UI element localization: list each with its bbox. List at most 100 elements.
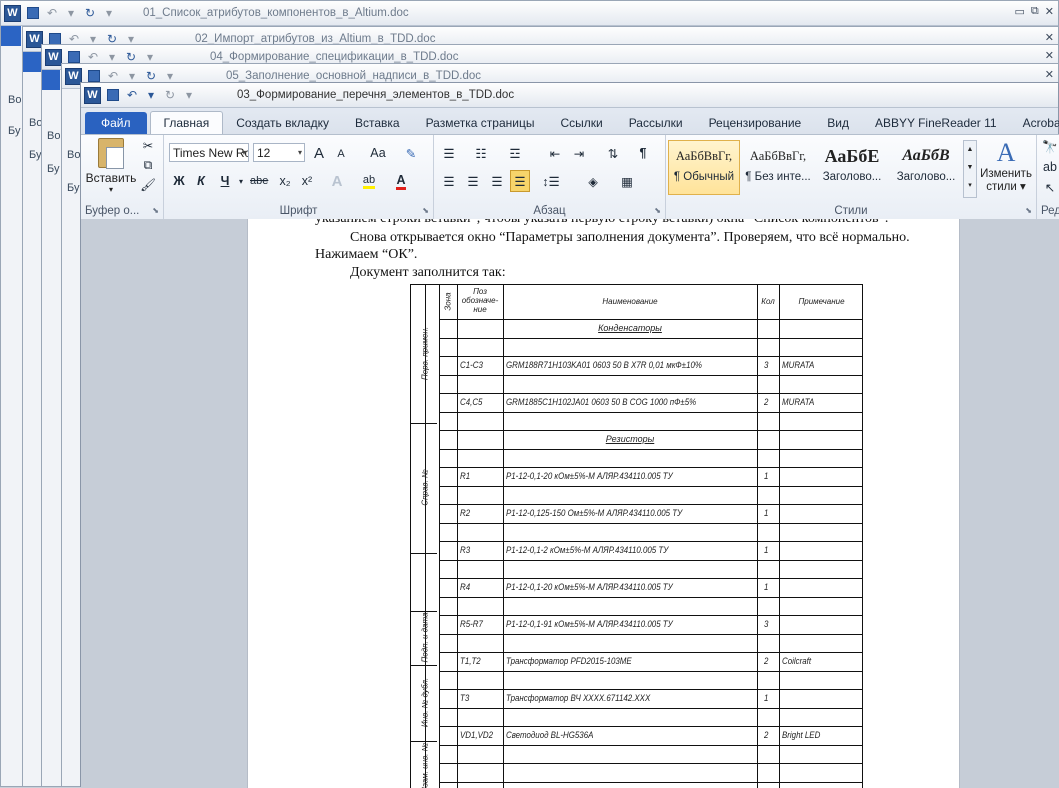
tab-references[interactable]: Ссылки [547,112,615,134]
styles-group: АаБбВвГг, ¶ Обычный АаБбВвГг, ¶ Без инте… [666,135,1037,219]
redo-icon[interactable]: ↻ [163,88,177,102]
font-name-combo[interactable]: Times New Rc▾ [169,143,249,162]
bold-button[interactable]: Ж [170,171,188,191]
font-color-icon[interactable]: A [392,171,410,191]
italic-button[interactable]: К [192,171,210,191]
file-tab-stub[interactable] [23,52,43,72]
align-left-icon[interactable]: ☰ [440,171,458,191]
chevron-down-icon[interactable]: ▾ [232,171,250,191]
cut-icon[interactable]: ✂ [139,135,157,155]
undo-icon[interactable]: ↶ [45,6,59,20]
row-name: Р1-12-0,1-20 кОм±5%-М АЛЯР.434110.005 ТУ [506,582,673,592]
close-icon[interactable]: ✕ [1045,5,1054,18]
redo-icon[interactable]: ↻ [83,6,97,20]
align-right-icon[interactable]: ☰ [488,171,506,191]
shading-icon[interactable]: ◈ [584,171,602,191]
tab-acrobat[interactable]: Acrobat [1010,112,1059,134]
superscript-button[interactable]: x² [298,171,316,191]
strikethrough-button[interactable]: abe [250,171,268,191]
replace-icon[interactable]: ab [1041,157,1059,177]
dialog-launcher-icon[interactable]: ⬊ [152,206,159,215]
style-heading-2[interactable]: АаБбВ Заголово... [890,140,962,195]
bullets-icon[interactable]: ☰ [440,143,458,163]
dialog-launcher-icon[interactable]: ⬊ [1025,206,1032,215]
tab-mailings[interactable]: Рассылки [616,112,696,134]
customize-toolbar-icon[interactable]: ▾ [143,50,157,64]
style-heading-1[interactable]: АаБбЕ Заголово... [816,140,888,195]
grow-font-icon[interactable]: A [310,143,328,163]
subscript-button[interactable]: x₂ [276,171,294,191]
shrink-font-icon[interactable]: A [332,144,350,164]
borders-icon[interactable]: ▦ [618,171,636,191]
customize-toolbar-icon[interactable]: ▾ [182,88,196,102]
undo-icon[interactable]: ↶ [86,50,100,64]
tab-insert[interactable]: Вставка [342,112,413,134]
row-name: Трансформатор PFD2015-103ME [506,656,632,666]
save-icon[interactable] [87,69,101,83]
close-icon[interactable]: ✕ [1045,31,1054,44]
numbering-icon[interactable]: ☷ [472,143,490,163]
text-effects-icon[interactable]: A [328,171,346,191]
redo-icon[interactable]: ↻ [124,50,138,64]
table-column-line [503,285,504,788]
copy-icon[interactable]: ⧉ [139,155,157,175]
font-group-label: Шрифт [164,205,433,217]
style-normal[interactable]: АаБбВвГг, ¶ Обычный [668,140,740,195]
decrease-indent-icon[interactable]: ⇤ [546,143,564,163]
select-icon[interactable]: ↖ [1041,177,1059,197]
scroll-down-icon[interactable]: ▼ [964,159,976,177]
file-tab-stub[interactable] [42,70,60,90]
tab-view[interactable]: Вид [814,112,862,134]
font-name-value: Times New Rc [173,146,249,160]
save-icon[interactable] [67,50,81,64]
sort-icon[interactable]: ⇅ [604,143,622,163]
customize-toolbar-icon[interactable]: ▾ [102,6,116,20]
restore-icon[interactable]: ⧉ [1031,5,1039,18]
close-icon[interactable]: ✕ [1045,68,1054,81]
show-marks-icon[interactable]: ¶ [634,143,652,163]
tab-abbyy[interactable]: ABBYY FineReader 11 [862,112,1010,134]
styles-scroll[interactable]: ▲ ▼ ▾ [963,140,977,198]
save-icon[interactable] [106,88,120,102]
table-row-line [439,615,862,616]
customize-toolbar-icon[interactable]: ▾ [163,69,177,83]
font-size-combo[interactable]: 12▾ [253,143,305,162]
dialog-launcher-icon[interactable]: ⬊ [422,206,429,215]
line-spacing-icon[interactable]: ↕☰ [542,171,560,191]
document-area[interactable]: указанием строки вставки”, чтобы указать… [81,219,1059,788]
multilevel-list-icon[interactable]: ☲ [506,143,524,163]
undo-icon[interactable]: ↶ [125,88,139,102]
window-controls: ✕ [1045,31,1054,44]
row-note: MURATA [782,360,814,370]
find-icon[interactable]: 🔭 [1041,137,1059,157]
scroll-up-icon[interactable]: ▲ [964,141,976,159]
highlight-color-icon[interactable]: ab [360,171,378,191]
tab-review[interactable]: Рецензирование [696,112,815,134]
more-styles-icon[interactable]: ▾ [964,177,976,195]
document-page[interactable]: указанием строки вставки”, чтобы указать… [247,219,960,788]
format-painter-icon[interactable]: 🖌 [139,175,157,195]
tab-page-layout[interactable]: Разметка страницы [413,112,548,134]
file-tab-stub[interactable] [1,26,21,46]
style-no-spacing[interactable]: АаБбВвГг, ¶ Без инте... [742,140,814,195]
undo-dropdown-icon[interactable]: ▾ [144,88,158,102]
save-icon[interactable] [26,6,40,20]
change-case-button[interactable]: Аа [364,143,392,163]
change-styles-button[interactable]: A Изменить стили ▾ [978,138,1034,194]
redo-icon[interactable]: ↻ [144,69,158,83]
clipboard-label-stub: Бу [8,125,20,137]
tab-file[interactable]: Файл [85,112,147,134]
table-row-line [439,634,862,635]
paste-button[interactable]: Вставить ▾ [85,138,137,196]
justify-icon[interactable]: ☰ [510,170,530,192]
tab-home[interactable]: Главная [150,111,224,134]
clear-formatting-icon[interactable]: ✎ [402,143,420,163]
dialog-launcher-icon[interactable]: ⬊ [654,206,661,215]
styles-group-label: Стили [666,205,1036,217]
tab-create[interactable]: Создать вкладку [223,112,342,134]
minimize-icon[interactable]: ▭ [1015,5,1025,18]
undo-icon[interactable]: ↶ [106,69,120,83]
close-icon[interactable]: ✕ [1045,49,1054,62]
increase-indent-icon[interactable]: ⇥ [570,143,588,163]
align-center-icon[interactable]: ☰ [464,171,482,191]
